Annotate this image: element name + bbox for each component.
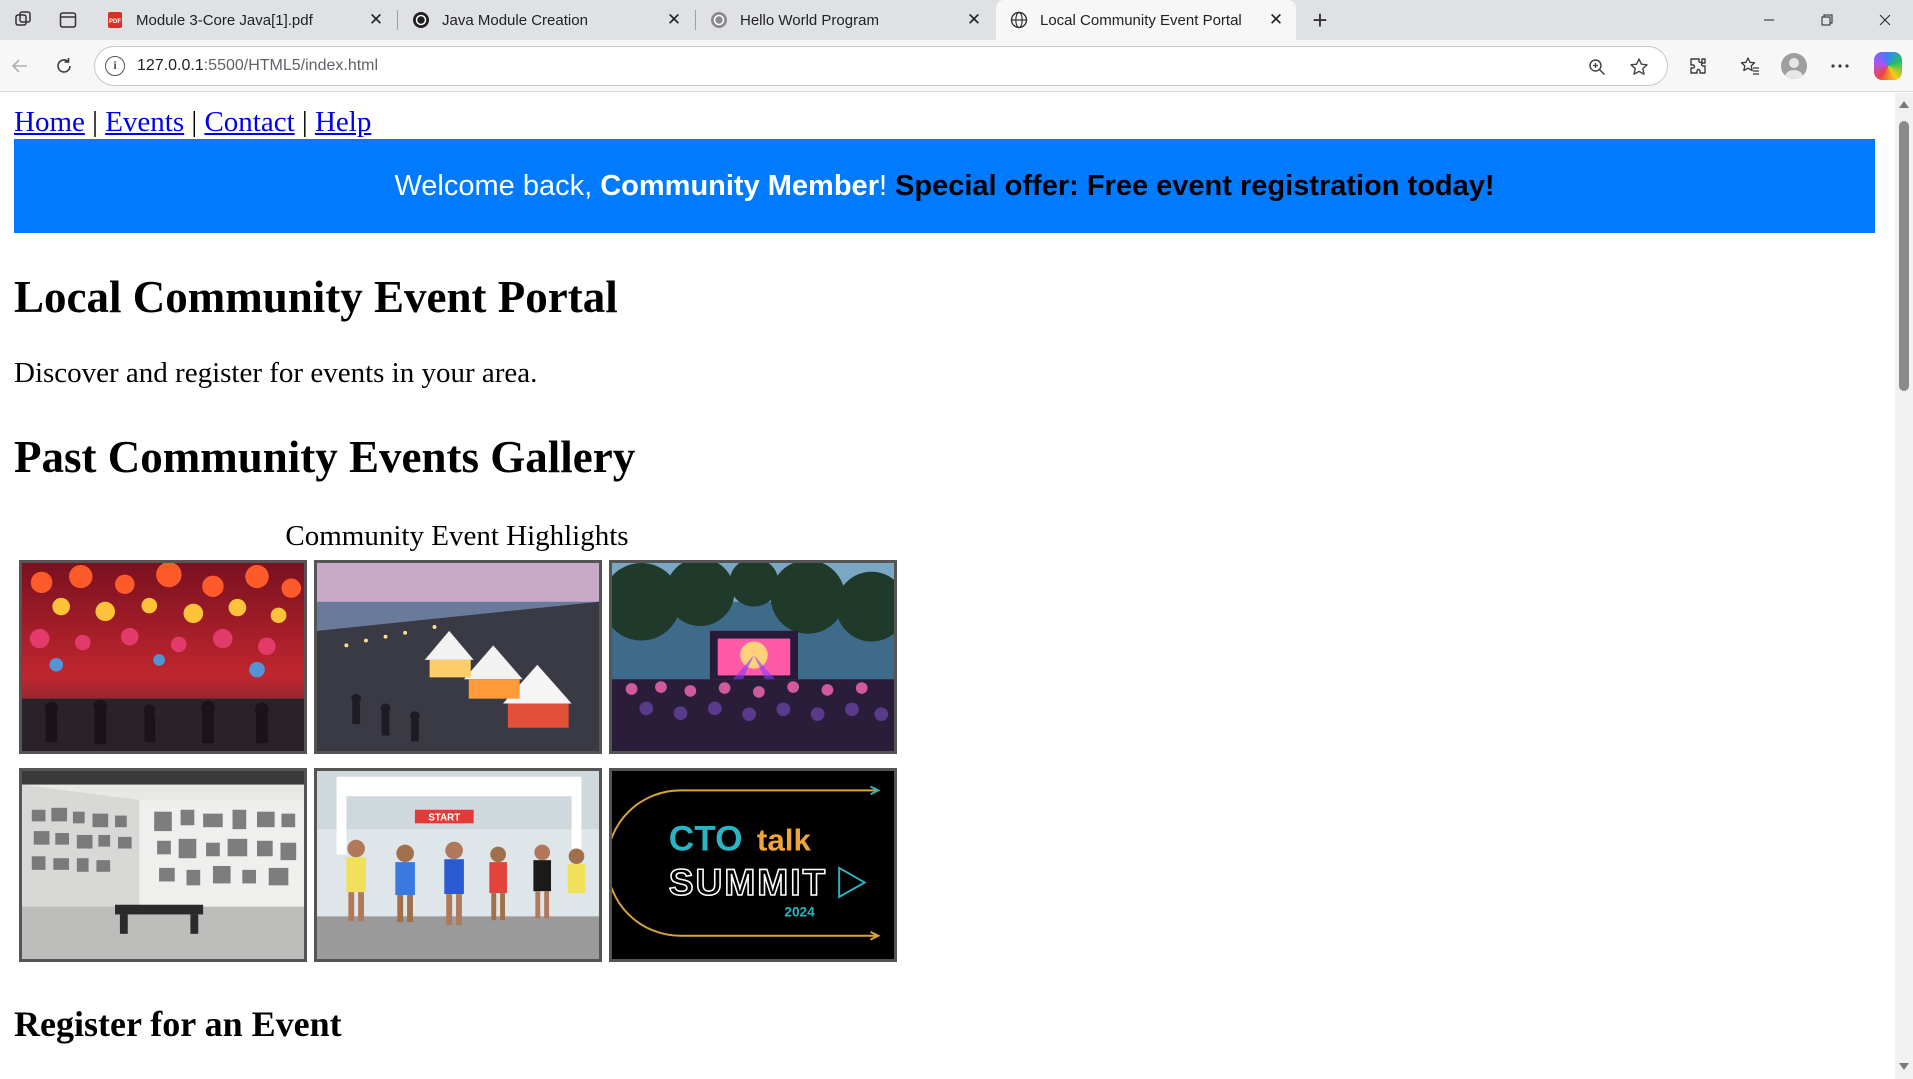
marathon-banner-text: START (428, 812, 460, 823)
logo-cto-text: CTO (669, 820, 743, 859)
profile-avatar[interactable] (1781, 53, 1807, 79)
tab-hello-world-program[interactable]: Hello World Program ✕ (696, 0, 994, 40)
special-offer-text: Special offer: Free event registration t… (895, 169, 1495, 202)
art-gallery-photo[interactable] (19, 768, 307, 962)
url-path: :5500/HTML5/index.html (203, 57, 379, 74)
register-heading: Register for an Event (14, 1004, 342, 1044)
url-host: 127.0.0.1 (137, 57, 204, 74)
welcome-prefix: Welcome back, (394, 169, 601, 202)
browser-toolbar: i 127.0.0.1:5500/HTML5/index.html (0, 40, 1913, 92)
logo-talk-text: talk (757, 823, 812, 858)
workspaces-icon[interactable] (12, 8, 36, 32)
scroll-thumb[interactable] (1899, 121, 1909, 391)
tab-actions-icon[interactable] (56, 8, 80, 32)
nav-events-link[interactable]: Events (105, 106, 184, 138)
member-name: Community Member (600, 169, 879, 202)
close-tab-icon[interactable]: ✕ (1264, 8, 1288, 32)
restore-icon[interactable] (1799, 0, 1855, 40)
nav-contact-link[interactable]: Contact (204, 106, 294, 138)
logo-year-text: 2024 (784, 904, 815, 919)
new-tab-icon[interactable]: + (1305, 5, 1335, 35)
nav-separator: | (301, 106, 308, 138)
cto-talk-summit-photo[interactable]: CTO talk SUMMIT 2024 (609, 768, 897, 962)
tab-title: Module 3-Core Java[1].pdf (136, 11, 313, 29)
nav-separator: | (92, 106, 98, 138)
page-scrollbar[interactable] (1895, 93, 1913, 1079)
close-window-icon[interactable] (1857, 0, 1913, 40)
close-tab-icon[interactable]: ✕ (662, 8, 686, 32)
scroll-down-arrow[interactable] (1899, 1063, 1909, 1070)
page-title: Local Community Event Portal (14, 272, 618, 322)
zoom-icon[interactable] (1583, 53, 1611, 81)
outdoor-concert-photo[interactable] (609, 560, 897, 754)
close-tab-icon[interactable]: ✕ (962, 8, 986, 32)
page-viewport: Home | Events | Contact | Help Welcome b… (0, 93, 1895, 1079)
extensions-icon[interactable] (1682, 50, 1714, 82)
openai-icon (412, 11, 430, 29)
nav-separator: | (191, 106, 198, 138)
favorite-star-icon[interactable] (1625, 53, 1653, 81)
refresh-icon[interactable] (48, 50, 80, 82)
browser-tab-strip: PDF Module 3-Core Java[1].pdf ✕ Java Mod… (0, 0, 1913, 40)
welcome-suffix: ! (878, 169, 888, 202)
logo-summit-text: SUMMIT (669, 861, 827, 903)
page-tagline: Discover and register for events in your… (14, 357, 538, 389)
welcome-banner: Welcome back, Community Member! Special o… (14, 139, 1875, 233)
tab-title: Local Community Event Portal (1040, 11, 1242, 29)
globe-icon (1010, 11, 1028, 29)
gallery-caption: Community Event Highlights (285, 520, 629, 552)
tab-title: Hello World Program (740, 11, 879, 29)
address-bar[interactable]: i 127.0.0.1:5500/HTML5/index.html (94, 46, 1668, 86)
lantern-festival-photo[interactable] (19, 560, 307, 754)
waterfront-market-photo[interactable] (314, 560, 602, 754)
tab-local-community-event-portal[interactable]: Local Community Event Portal ✕ (996, 0, 1296, 40)
url-text[interactable]: 127.0.0.1:5500/HTML5/index.html (137, 57, 378, 75)
nav-help-link[interactable]: Help (315, 106, 371, 138)
minimize-icon[interactable] (1741, 0, 1797, 40)
tab-pdf[interactable]: PDF Module 3-Core Java[1].pdf ✕ (92, 0, 396, 40)
openai-icon (710, 11, 728, 29)
scroll-up-arrow[interactable] (1899, 101, 1909, 108)
tab-title: Java Module Creation (442, 11, 588, 29)
close-tab-icon[interactable]: ✕ (364, 8, 388, 32)
more-options-icon[interactable] (1824, 50, 1856, 82)
marathon-start-photo[interactable]: START (314, 768, 602, 962)
pdf-icon: PDF (106, 11, 124, 29)
gallery-heading: Past Community Events Gallery (14, 432, 636, 482)
top-navigation: Home | Events | Contact | Help (14, 105, 371, 139)
svg-text:PDF: PDF (109, 19, 121, 25)
favorites-icon[interactable] (1734, 50, 1766, 82)
back-icon[interactable] (4, 50, 36, 82)
site-info-icon[interactable]: i (105, 56, 125, 76)
tab-java-module-creation[interactable]: Java Module Creation ✕ (398, 0, 694, 40)
nav-home-link[interactable]: Home (14, 106, 85, 138)
copilot-icon[interactable] (1874, 52, 1902, 80)
